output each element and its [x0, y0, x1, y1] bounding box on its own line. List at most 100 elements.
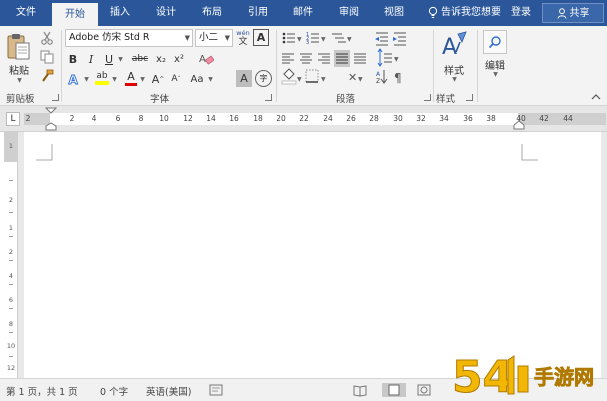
tab-file[interactable]: 文件 — [4, 0, 48, 26]
tab-selector[interactable]: L — [6, 112, 20, 126]
share-label: 共享 — [569, 8, 590, 19]
font-launcher[interactable] — [265, 94, 272, 101]
language-indicator[interactable]: 英语(美国) — [146, 384, 191, 398]
align-left-icon[interactable] — [282, 53, 294, 64]
styles-group-label: 样式 — [436, 94, 456, 105]
macro-record-icon[interactable] — [208, 383, 224, 397]
bullets-icon[interactable]: ▼ — [282, 32, 302, 44]
font-name-value: Adobe 仿宋 Std R — [69, 32, 150, 43]
phonetic-guide-button[interactable]: wén 文 — [235, 28, 251, 48]
paste-dropdown[interactable]: ▼ — [12, 76, 26, 84]
align-center-icon[interactable] — [300, 53, 312, 64]
ruler-number: 36 — [463, 114, 473, 123]
subscript-button[interactable]: x₂ — [154, 51, 168, 67]
tell-me-box[interactable]: 告诉我您想要 — [428, 0, 501, 26]
increase-indent-icon[interactable] — [393, 32, 406, 46]
tab-insert[interactable]: 插入 — [100, 0, 140, 26]
indent-marker-icon[interactable] — [45, 107, 57, 131]
font-color-swatch — [125, 82, 137, 86]
read-mode-icon[interactable] — [352, 383, 368, 397]
font-color-button[interactable]: A — [124, 69, 138, 87]
right-indent-marker-icon[interactable] — [513, 118, 525, 130]
caret-down-icon: ˇ — [177, 75, 181, 83]
vruler-number: 1 — [8, 224, 14, 232]
page-count[interactable]: 第 1 页，共 1 页 — [6, 384, 78, 398]
character-shading-button[interactable]: A — [236, 70, 252, 87]
tab-design[interactable]: 设计 — [145, 0, 187, 26]
styles-launcher[interactable] — [466, 94, 473, 101]
change-case-dropdown[interactable]: ▼ — [206, 71, 214, 87]
font-name-box[interactable]: Adobe 仿宋 Std R ▼ — [65, 29, 193, 47]
grow-font-button[interactable]: A ^ — [150, 71, 166, 87]
numbering-icon[interactable]: 1 2 3 ▼ — [306, 32, 326, 46]
web-layout-icon[interactable] — [416, 383, 432, 397]
site-watermark-logo: 54 手游网 — [452, 352, 595, 401]
document-page[interactable] — [24, 132, 601, 378]
bold-button[interactable]: B — [66, 51, 80, 67]
find-button[interactable] — [483, 30, 507, 54]
character-border-button[interactable]: A — [253, 29, 269, 46]
cut-button[interactable] — [39, 30, 55, 46]
ruler-tick — [9, 260, 13, 261]
caret-up-icon: ^ — [159, 75, 165, 83]
chevron-down-icon[interactable]: ▼ — [225, 30, 230, 46]
multilevel-list-icon[interactable]: ▼ — [332, 33, 352, 43]
line-spacing-icon[interactable]: ▼ — [377, 48, 399, 67]
align-right-icon[interactable] — [318, 53, 330, 64]
tab-view[interactable]: 视图 — [374, 0, 414, 26]
show-marks-icon[interactable]: ¶ — [394, 71, 402, 85]
underline-dropdown[interactable]: ▼ — [116, 51, 124, 67]
font-color-dropdown[interactable]: ▼ — [138, 71, 146, 87]
tab-review[interactable]: 审阅 — [329, 0, 369, 26]
borders-icon[interactable]: ▼ — [305, 69, 326, 83]
scissors-icon — [41, 31, 53, 45]
paste-button[interactable] — [6, 32, 32, 62]
font-size-box[interactable]: 小二 ▼ — [195, 29, 233, 47]
format-painter-button[interactable] — [39, 68, 55, 84]
ruler-number: 26 — [346, 114, 356, 123]
svg-text:A: A — [376, 71, 381, 78]
text-effects-button[interactable]: A — [66, 71, 82, 87]
underline-button[interactable]: U — [103, 51, 115, 67]
font-group-label: 字体 — [150, 94, 170, 105]
share-button[interactable]: 共享 — [542, 3, 604, 23]
crop-mark-top-left — [36, 144, 53, 161]
highlight-dropdown[interactable]: ▼ — [110, 71, 118, 87]
enclose-characters-button[interactable]: 字 — [255, 70, 272, 87]
text-effects-dropdown[interactable]: ▼ — [82, 71, 90, 87]
vruler-number: 4 — [8, 272, 14, 280]
tab-home[interactable]: 开始 — [52, 3, 98, 26]
styles-button[interactable]: A — [440, 30, 468, 60]
tab-layout[interactable]: 布局 — [192, 0, 232, 26]
styles-brush-icon: A — [442, 31, 467, 60]
editing-dropdown[interactable]: ▼ — [489, 70, 501, 78]
print-layout-icon[interactable] — [382, 383, 406, 397]
paragraph-launcher[interactable] — [424, 94, 431, 101]
justify-icon[interactable] — [334, 50, 350, 67]
superscript-button[interactable]: x² — [172, 51, 186, 67]
tab-mailings[interactable]: 邮件 — [283, 0, 323, 26]
word-count[interactable]: 0 个字 — [100, 384, 128, 398]
styles-dropdown[interactable]: ▼ — [448, 75, 460, 83]
clipboard-launcher[interactable] — [52, 94, 59, 101]
collapse-ribbon-button[interactable] — [590, 92, 602, 102]
tell-me-text: 告诉我您想要 — [441, 7, 501, 18]
shrink-font-button[interactable]: Aˇ — [168, 71, 184, 87]
login-link[interactable]: 登录 — [511, 0, 531, 26]
sort-icon[interactable]: A Z — [376, 70, 388, 85]
chinese-layout-icon[interactable]: ✕ ▼ — [348, 71, 363, 84]
highlight-button[interactable]: ab — [94, 69, 110, 87]
chevron-down-icon[interactable]: ▼ — [185, 30, 190, 46]
tab-references[interactable]: 引用 — [238, 0, 278, 26]
strikethrough-button[interactable]: abc — [130, 51, 150, 67]
italic-button[interactable]: I — [84, 51, 98, 67]
copy-button[interactable] — [39, 49, 55, 65]
svg-text:▼: ▼ — [358, 76, 363, 83]
shading-icon[interactable]: ▼ — [281, 68, 302, 85]
distributed-icon[interactable] — [354, 53, 366, 64]
change-case-button[interactable]: Aa — [188, 71, 206, 87]
ruler-number: 12 — [183, 114, 193, 123]
decrease-indent-icon[interactable] — [375, 32, 388, 46]
svg-text:▼: ▼ — [347, 36, 352, 43]
clear-formatting-button[interactable]: A — [196, 51, 216, 67]
